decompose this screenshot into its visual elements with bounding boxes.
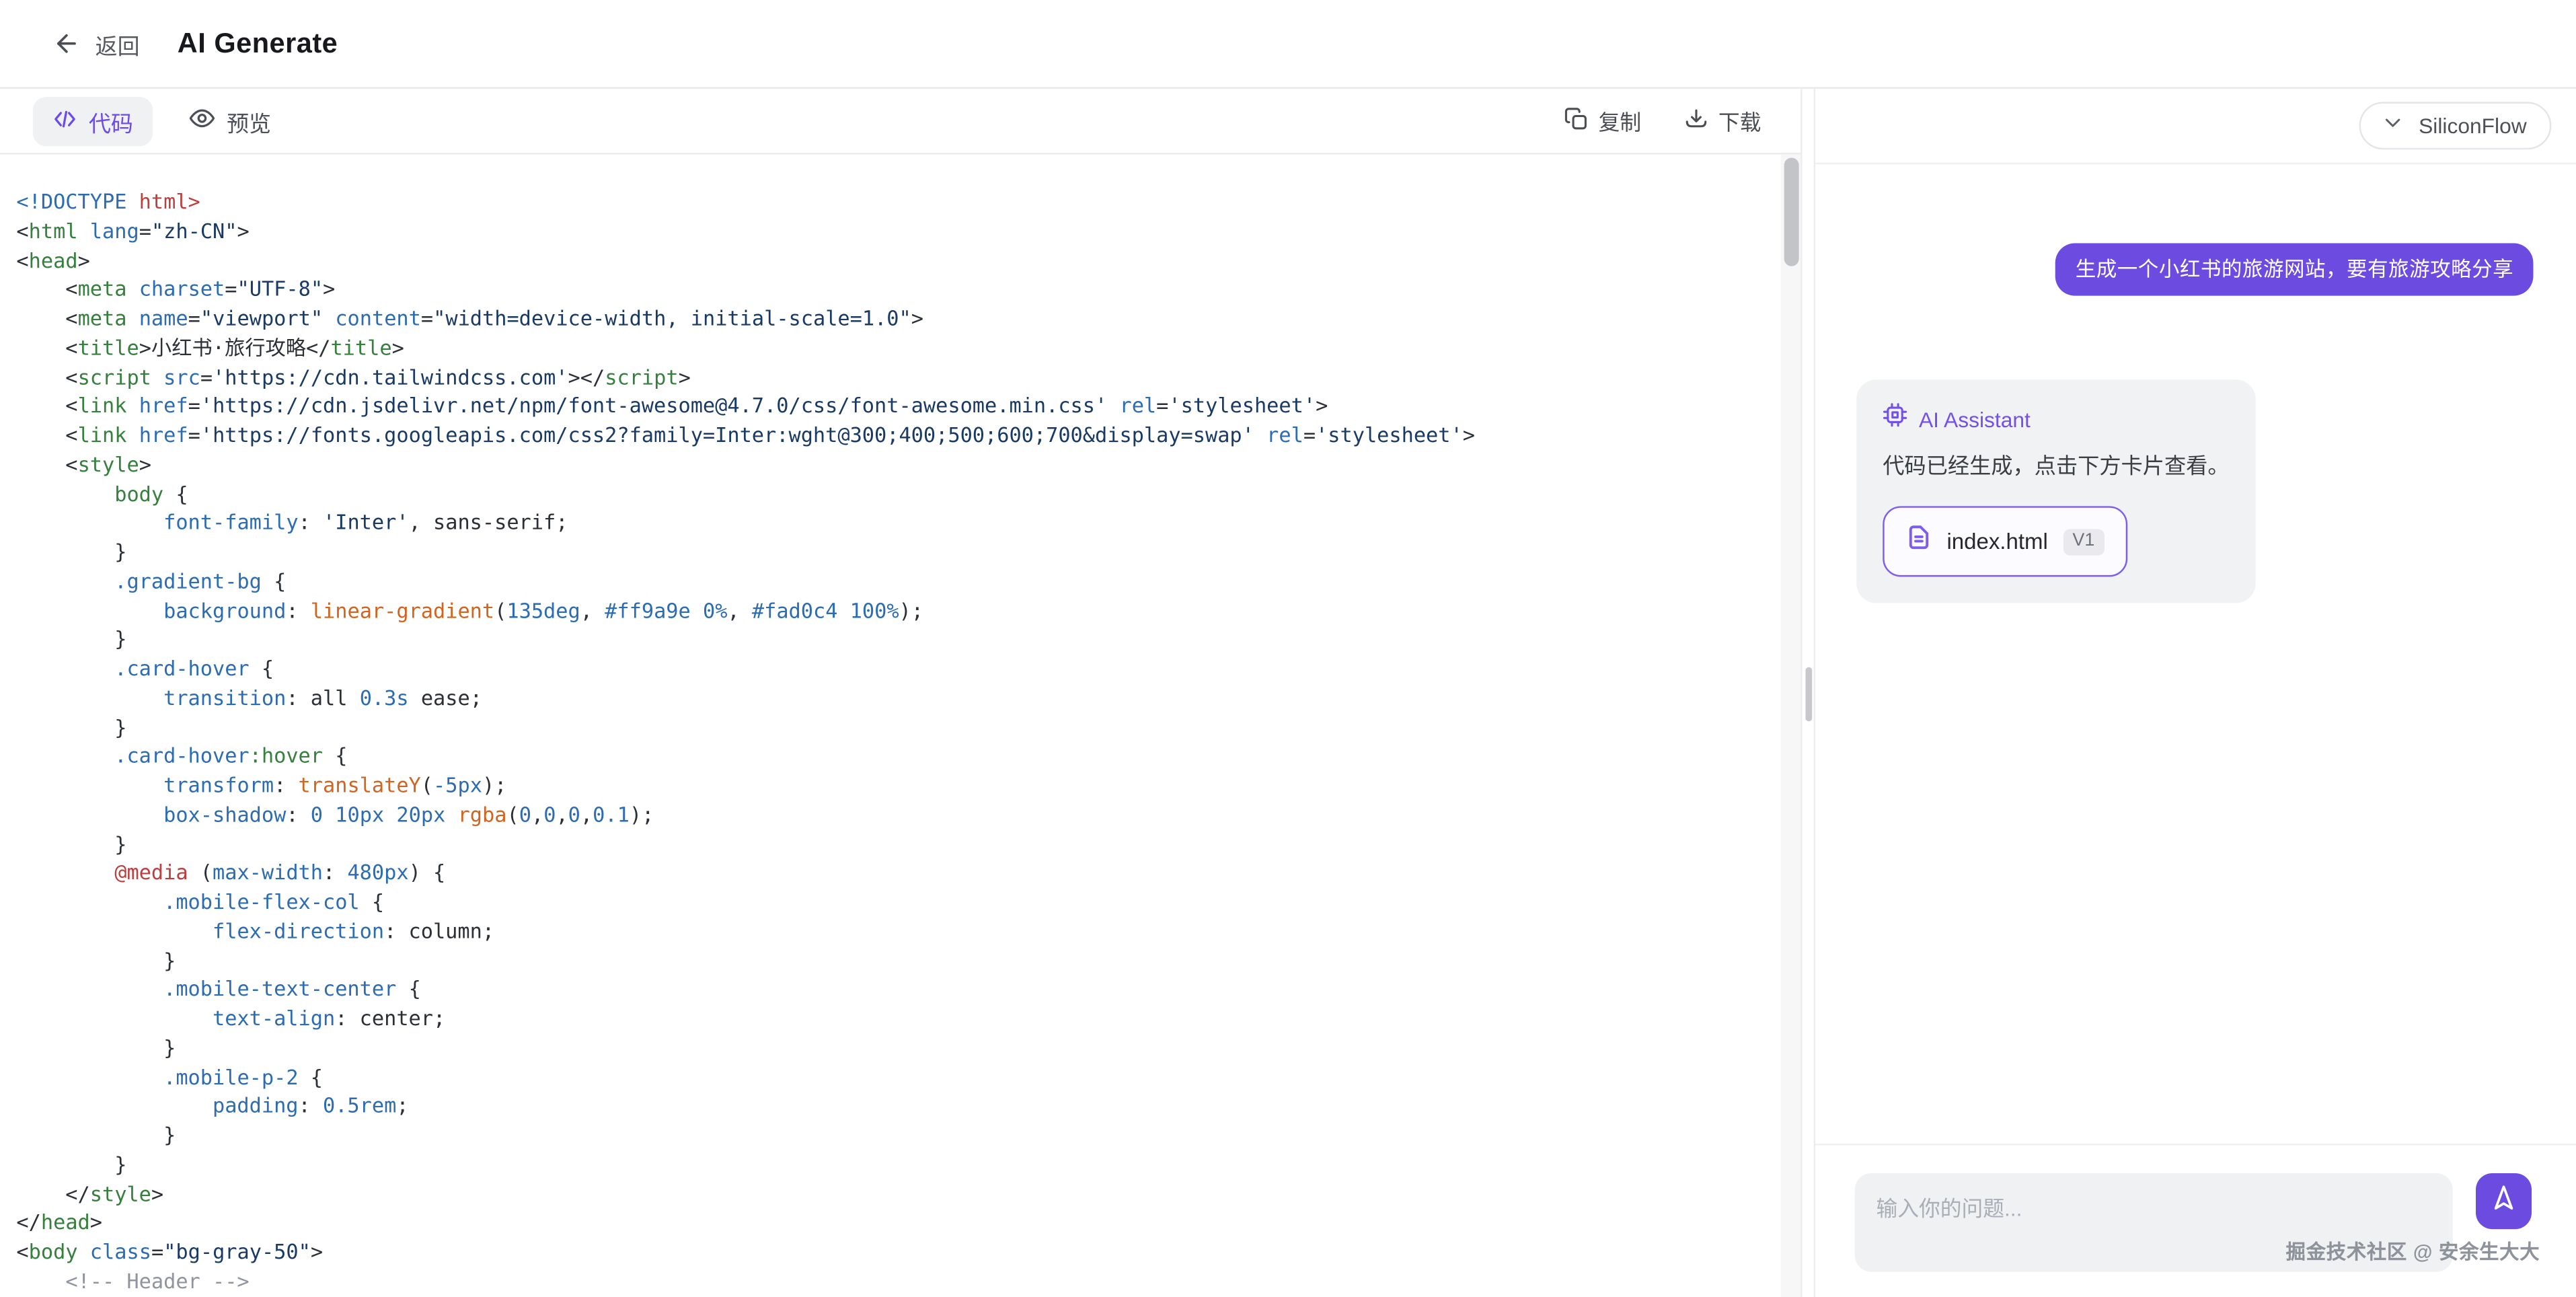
- code-line: <meta name="viewport" content="width=dev…: [16, 304, 1780, 333]
- chat-input[interactable]: [1855, 1173, 2453, 1271]
- code-line: }: [16, 1121, 1780, 1150]
- code-line: }: [16, 946, 1780, 975]
- eye-icon: [189, 105, 215, 136]
- copy-label: 复制: [1599, 105, 1642, 136]
- assistant-message-card: AI Assistant 代码已经生成，点击下方卡片查看。 index.html…: [1856, 379, 2256, 603]
- code-line: <script src='https://cdn.tailwindcss.com…: [16, 363, 1780, 392]
- code-line: transition: all 0.3s ease;: [16, 683, 1780, 712]
- code-scrollbar[interactable]: [1781, 155, 1801, 1297]
- code-line: .mobile-text-center {: [16, 975, 1780, 1004]
- model-selector-label: SiliconFlow: [2419, 114, 2527, 139]
- user-message-bubble: 生成一个小红书的旅游网站，要有旅游攻略分享: [2055, 244, 2533, 296]
- page-title: AI Generate: [178, 27, 338, 60]
- code-line: <link href='https://cdn.jsdelivr.net/npm…: [16, 392, 1780, 420]
- code-line: <body class="bg-gray-50">: [16, 1237, 1780, 1266]
- tab-code-label: 代码: [89, 104, 133, 137]
- top-header: 返回 AI Generate: [0, 0, 2576, 89]
- file-name: index.html: [1946, 529, 2047, 554]
- tab-preview[interactable]: 预览: [169, 96, 291, 145]
- code-icon: [52, 106, 77, 136]
- file-card-index-html[interactable]: index.html V1: [1883, 506, 2127, 577]
- panel-resizer-grip[interactable]: [1805, 667, 1811, 722]
- code-line: <style>: [16, 450, 1780, 479]
- send-button[interactable]: [2476, 1173, 2532, 1228]
- code-line: </style>: [16, 1179, 1780, 1208]
- code-line: </head>: [16, 1208, 1780, 1237]
- code-content: <!DOCTYPE html><html lang="zh-CN"><head>…: [0, 155, 1781, 1296]
- code-line: background: linear-gradient(135deg, #ff9…: [16, 595, 1780, 624]
- code-panel: 代码 预览 复制: [0, 89, 1803, 1297]
- code-line: <!-- Header -->: [16, 1267, 1780, 1296]
- chat-header: SiliconFlow: [1815, 89, 2576, 164]
- code-line: .mobile-flex-col {: [16, 887, 1780, 916]
- code-line: padding: 0.5rem;: [16, 1091, 1780, 1120]
- chat-messages: 生成一个小红书的旅游网站，要有旅游攻略分享 AI Assistant 代码已经生…: [1815, 164, 2576, 1143]
- code-line: box-shadow: 0 10px 20px rgba(0,0,0,0.1);: [16, 800, 1780, 829]
- code-editor[interactable]: <!DOCTYPE html><html lang="zh-CN"><head>…: [0, 155, 1801, 1297]
- code-line: }: [16, 625, 1780, 654]
- code-line: @media (max-width: 480px) {: [16, 858, 1780, 887]
- main-layout: 代码 预览 复制: [0, 89, 2576, 1297]
- code-line: }: [16, 538, 1780, 566]
- download-button[interactable]: 下载: [1684, 105, 1761, 136]
- send-icon: [2489, 1183, 2519, 1218]
- code-scrollbar-thumb[interactable]: [1783, 157, 1798, 266]
- code-line: }: [16, 712, 1780, 741]
- code-line: .mobile-p-2 {: [16, 1062, 1780, 1091]
- code-line: flex-direction: column;: [16, 916, 1780, 945]
- back-button[interactable]: 返回: [52, 27, 139, 60]
- ai-generate-page: 返回 AI Generate 代码 预览: [0, 0, 2576, 1297]
- code-line: }: [16, 1150, 1780, 1179]
- copy-icon: [1564, 106, 1589, 136]
- code-line: }: [16, 1033, 1780, 1062]
- cpu-chip-icon: [1883, 402, 1907, 435]
- tab-preview-label: 预览: [227, 104, 271, 137]
- code-line: <title>小红书·旅行攻略</title>: [16, 333, 1780, 362]
- code-toolbar: 代码 预览 复制: [0, 89, 1801, 155]
- copy-button[interactable]: 复制: [1564, 105, 1641, 136]
- code-line: font-family: 'Inter', sans-serif;: [16, 508, 1780, 537]
- file-version-badge: V1: [2063, 528, 2105, 554]
- tab-code[interactable]: 代码: [33, 96, 153, 145]
- download-label: 下载: [1718, 105, 1761, 136]
- back-arrow-icon: [52, 30, 81, 58]
- chat-panel: SiliconFlow 生成一个小红书的旅游网站，要有旅游攻略分享 AI Ass…: [1815, 89, 2576, 1297]
- code-line: <!DOCTYPE html>: [16, 187, 1780, 216]
- code-line: <html lang="zh-CN">: [16, 217, 1780, 246]
- code-line: text-align: center;: [16, 1004, 1780, 1033]
- code-line: .gradient-bg {: [16, 566, 1780, 595]
- assistant-name: AI Assistant: [1919, 407, 2031, 432]
- back-label: 返回: [96, 27, 140, 60]
- code-line: <link href='https://fonts.googleapis.com…: [16, 420, 1780, 449]
- chat-input-area: 掘金技术社区 @ 安余生大大: [1815, 1143, 2576, 1297]
- model-selector-dropdown[interactable]: SiliconFlow: [2359, 102, 2551, 149]
- file-icon: [1905, 524, 1932, 558]
- code-line: transform: translateY(-5px);: [16, 771, 1780, 800]
- code-line: .card-hover:hover {: [16, 741, 1780, 770]
- code-line: body {: [16, 479, 1780, 508]
- assistant-header: AI Assistant: [1883, 402, 2229, 435]
- code-line: <meta charset="UTF-8">: [16, 275, 1780, 304]
- user-message-row: 生成一个小红书的旅游网站，要有旅游攻略分享: [1856, 244, 2533, 296]
- panel-resizer[interactable]: [1803, 89, 1816, 1297]
- chevron-down-icon: [2382, 111, 2404, 141]
- code-line: .card-hover {: [16, 654, 1780, 683]
- assistant-text: 代码已经生成，点击下方卡片查看。: [1883, 450, 2229, 481]
- code-line: }: [16, 829, 1780, 858]
- code-line: <head>: [16, 246, 1780, 274]
- download-icon: [1684, 106, 1709, 136]
